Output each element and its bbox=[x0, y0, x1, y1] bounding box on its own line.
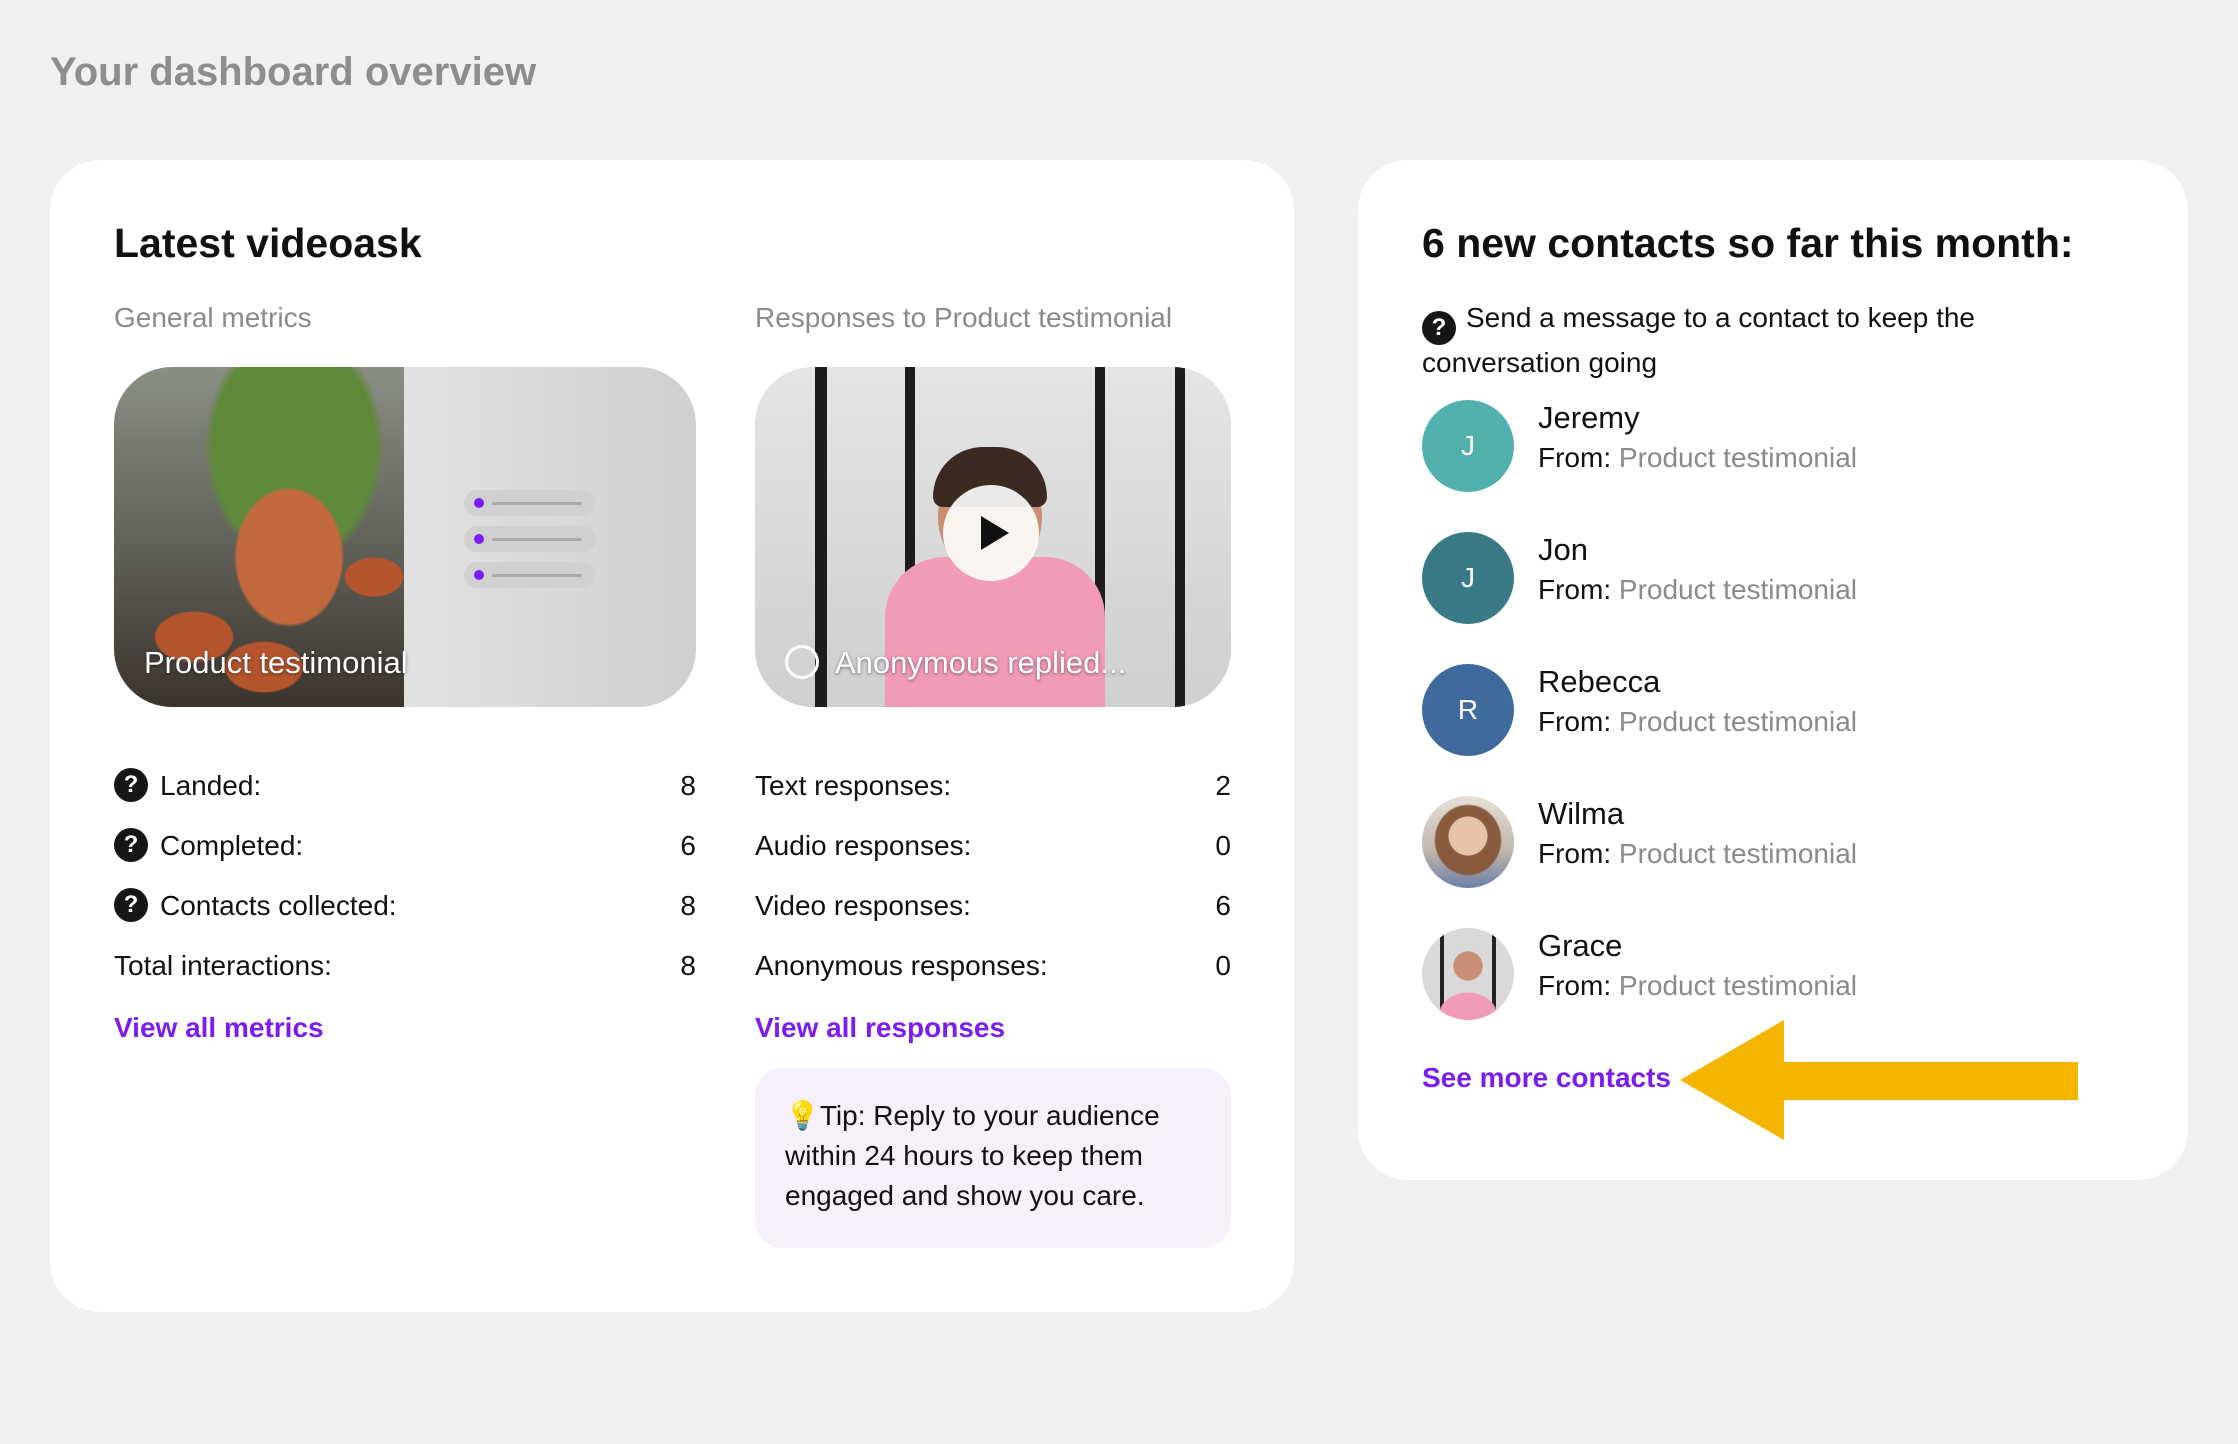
contact-name: Grace bbox=[1538, 928, 1623, 963]
metric-row-contacts-collected: ? Contacts collected: 8 bbox=[114, 886, 696, 926]
view-all-responses-link[interactable]: View all responses bbox=[755, 1012, 1005, 1044]
metric-label: Completed: bbox=[160, 830, 304, 861]
metric-row-text-responses: Text responses: 2 bbox=[755, 766, 1231, 806]
metric-row-video-responses: Video responses: 6 bbox=[755, 886, 1231, 926]
metric-label: Audio responses: bbox=[755, 830, 972, 861]
list-placeholder-icon bbox=[464, 490, 596, 516]
metric-label: Anonymous responses: bbox=[755, 950, 1048, 981]
metric-label: Text responses: bbox=[755, 770, 952, 801]
metric-value: 2 bbox=[1215, 770, 1231, 801]
contacts-hint-text: Send a message to a contact to keep the … bbox=[1422, 302, 1976, 378]
avatar: J bbox=[1422, 532, 1514, 624]
metric-value: 6 bbox=[680, 830, 696, 861]
metric-value: 8 bbox=[680, 770, 696, 801]
metric-row-audio-responses: Audio responses: 0 bbox=[755, 826, 1231, 866]
tip-box: 💡Tip: Reply to your audience within 24 h… bbox=[755, 1068, 1231, 1248]
contact-source: From: Product testimonial bbox=[1538, 442, 1857, 473]
metric-value: 0 bbox=[1215, 950, 1231, 981]
play-icon[interactable] bbox=[943, 485, 1039, 581]
metric-row-total-interactions: Total interactions: 8 bbox=[114, 946, 696, 986]
thumbnail-caption: Anonymous replied... bbox=[835, 645, 1127, 680]
videoask-thumbnail[interactable]: Product testimonial bbox=[114, 367, 696, 707]
general-metrics-subhead: General metrics bbox=[114, 302, 312, 333]
help-icon[interactable]: ? bbox=[114, 768, 148, 802]
contact-name: Rebecca bbox=[1538, 664, 1661, 699]
contact-item[interactable]: R Rebecca From: Product testimonial bbox=[1422, 664, 2122, 756]
help-icon[interactable]: ? bbox=[114, 888, 148, 922]
contact-name: Jeremy bbox=[1538, 400, 1640, 435]
response-thumbnail[interactable]: Anonymous replied... bbox=[755, 367, 1231, 707]
help-icon[interactable]: ? bbox=[114, 828, 148, 862]
card-title: Latest videoask bbox=[114, 220, 422, 266]
contact-item[interactable]: Grace From: Product testimonial bbox=[1422, 928, 2122, 1020]
avatar bbox=[1422, 928, 1514, 1020]
contact-source: From: Product testimonial bbox=[1538, 574, 1857, 605]
contact-item[interactable]: J Jon From: Product testimonial bbox=[1422, 532, 2122, 624]
metric-value: 0 bbox=[1215, 830, 1231, 861]
view-all-metrics-link[interactable]: View all metrics bbox=[114, 1012, 324, 1044]
avatar bbox=[1422, 796, 1514, 888]
metric-label: Contacts collected: bbox=[160, 890, 397, 921]
metric-label: Video responses: bbox=[755, 890, 971, 921]
contact-source: From: Product testimonial bbox=[1538, 970, 1857, 1001]
list-placeholder-icon bbox=[464, 562, 596, 588]
contacts-hint: ? Send a message to a contact to keep the… bbox=[1422, 298, 2122, 383]
thumbnail-caption: Product testimonial bbox=[144, 645, 408, 680]
contact-item[interactable]: J Jeremy From: Product testimonial bbox=[1422, 400, 2122, 492]
metric-row-landed: ? Landed: 8 bbox=[114, 766, 696, 806]
reply-icon bbox=[785, 645, 819, 679]
page-title: Your dashboard overview bbox=[50, 50, 537, 94]
contacts-title: 6 new contacts so far this month: bbox=[1422, 220, 2074, 266]
help-icon[interactable]: ? bbox=[1422, 311, 1456, 345]
metric-value: 8 bbox=[680, 950, 696, 981]
contact-name: Wilma bbox=[1538, 796, 1625, 831]
avatar: J bbox=[1422, 400, 1514, 492]
avatar: R bbox=[1422, 664, 1514, 756]
responses-subhead: Responses to Product testimonial bbox=[755, 302, 1173, 333]
see-more-contacts-link[interactable]: See more contacts bbox=[1422, 1062, 1671, 1094]
contact-source: From: Product testimonial bbox=[1538, 706, 1857, 737]
contact-name: Jon bbox=[1538, 532, 1588, 567]
latest-videoask-card: Latest videoask General metrics Response… bbox=[50, 160, 1294, 1312]
metric-label: Total interactions: bbox=[114, 950, 332, 981]
list-placeholder-icon bbox=[464, 526, 596, 552]
metric-value: 6 bbox=[1215, 890, 1231, 921]
metric-row-anonymous-responses: Anonymous responses: 0 bbox=[755, 946, 1231, 986]
annotation-arrow-icon bbox=[1680, 1020, 2078, 1140]
metric-label: Landed: bbox=[160, 770, 262, 801]
metric-value: 8 bbox=[680, 890, 696, 921]
metric-row-completed: ? Completed: 6 bbox=[114, 826, 696, 866]
contact-item[interactable]: Wilma From: Product testimonial bbox=[1422, 796, 2122, 888]
contact-source: From: Product testimonial bbox=[1538, 838, 1857, 869]
